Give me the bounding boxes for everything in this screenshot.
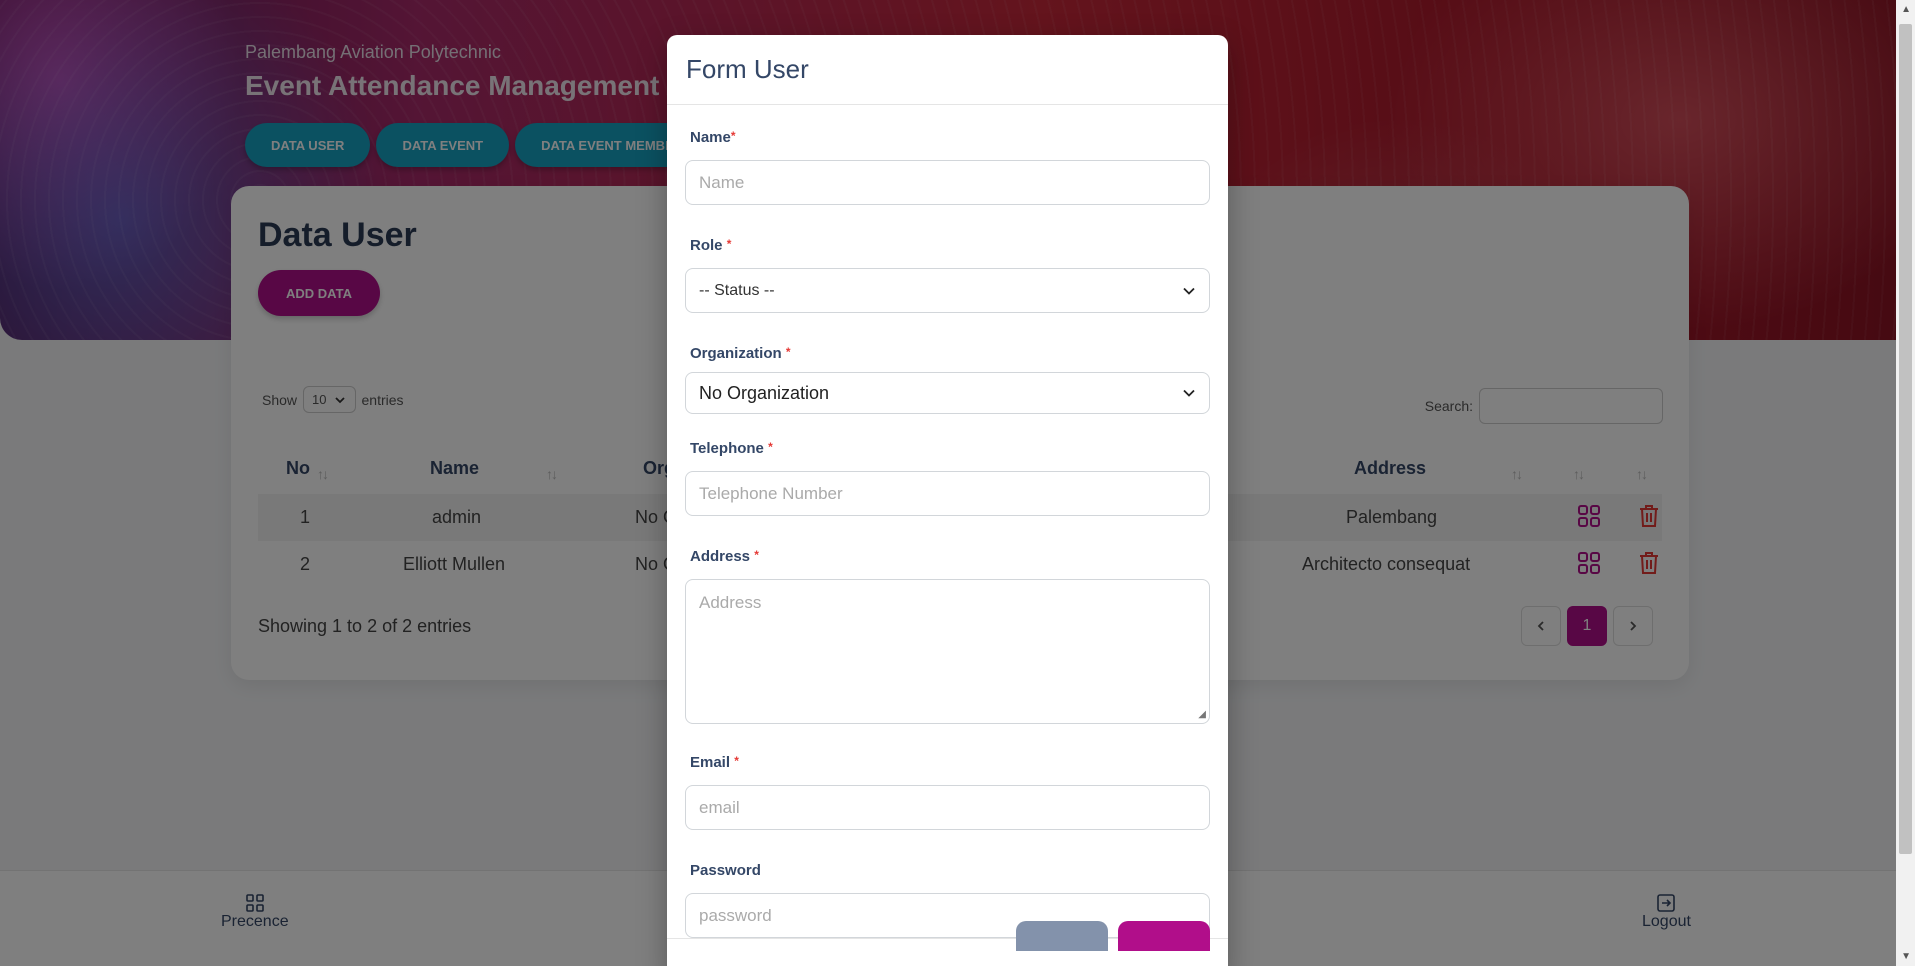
field-group-organization: Organization * No Organization — [685, 345, 1210, 414]
chevron-down-icon — [1183, 389, 1195, 397]
save-button[interactable] — [1118, 921, 1210, 951]
name-label: Name* — [690, 129, 1210, 146]
modal-body: Name* Name Role * -- Status -- Organizat… — [667, 129, 1228, 938]
field-group-telephone: Telephone * Telephone Number — [685, 440, 1210, 516]
field-group-role: Role * -- Status -- — [685, 237, 1210, 313]
password-label: Password — [690, 862, 761, 879]
modal-title: Form User — [686, 54, 809, 84]
required-mark: * — [768, 440, 773, 454]
address-placeholder: Address — [699, 593, 762, 612]
scroll-thumb[interactable] — [1899, 24, 1912, 854]
field-group-address: Address * Address ◢ — [685, 548, 1210, 724]
form-user-modal: Form User Name* Name Role * -- Status --… — [667, 35, 1228, 966]
organization-label: Organization * — [690, 345, 1210, 362]
role-label-text: Role — [690, 237, 723, 254]
scroll-down-icon[interactable]: ▼ — [1901, 951, 1911, 962]
telephone-label-text: Telephone — [690, 440, 764, 457]
name-label-text: Name — [690, 129, 731, 146]
organization-select[interactable]: No Organization — [685, 372, 1210, 414]
modal-header: Form User — [667, 35, 1228, 105]
required-mark: * — [734, 754, 739, 768]
required-mark: * — [785, 345, 791, 359]
address-textarea[interactable]: Address ◢ — [685, 579, 1210, 724]
organization-label-text: Organization — [690, 345, 782, 362]
name-input[interactable]: Name — [685, 160, 1210, 205]
modal-footer-buttons — [1016, 921, 1210, 951]
required-mark: * — [754, 548, 759, 562]
telephone-input[interactable]: Telephone Number — [685, 471, 1210, 516]
telephone-label: Telephone * — [690, 440, 1210, 457]
email-label: Email * — [690, 754, 1210, 771]
resize-handle-icon[interactable]: ◢ — [1198, 709, 1206, 720]
role-select[interactable]: -- Status -- — [685, 268, 1210, 313]
chevron-down-icon — [1183, 287, 1195, 295]
close-button[interactable] — [1016, 921, 1108, 951]
field-group-email: Email * email — [685, 754, 1210, 830]
role-label: Role * — [690, 237, 1210, 254]
scroll-up-icon[interactable]: ▲ — [1901, 4, 1911, 15]
field-group-name: Name* Name — [685, 129, 1210, 205]
role-select-value: -- Status -- — [699, 281, 775, 299]
organization-select-value: No Organization — [699, 382, 830, 403]
page-scrollbar[interactable]: ▲ ▼ — [1896, 0, 1915, 966]
address-label-text: Address — [690, 548, 751, 565]
required-mark: * — [726, 237, 732, 251]
email-input[interactable]: email — [685, 785, 1210, 830]
address-label: Address * — [690, 548, 1210, 565]
email-label-text: Email — [690, 754, 731, 771]
required-mark: * — [730, 129, 736, 143]
